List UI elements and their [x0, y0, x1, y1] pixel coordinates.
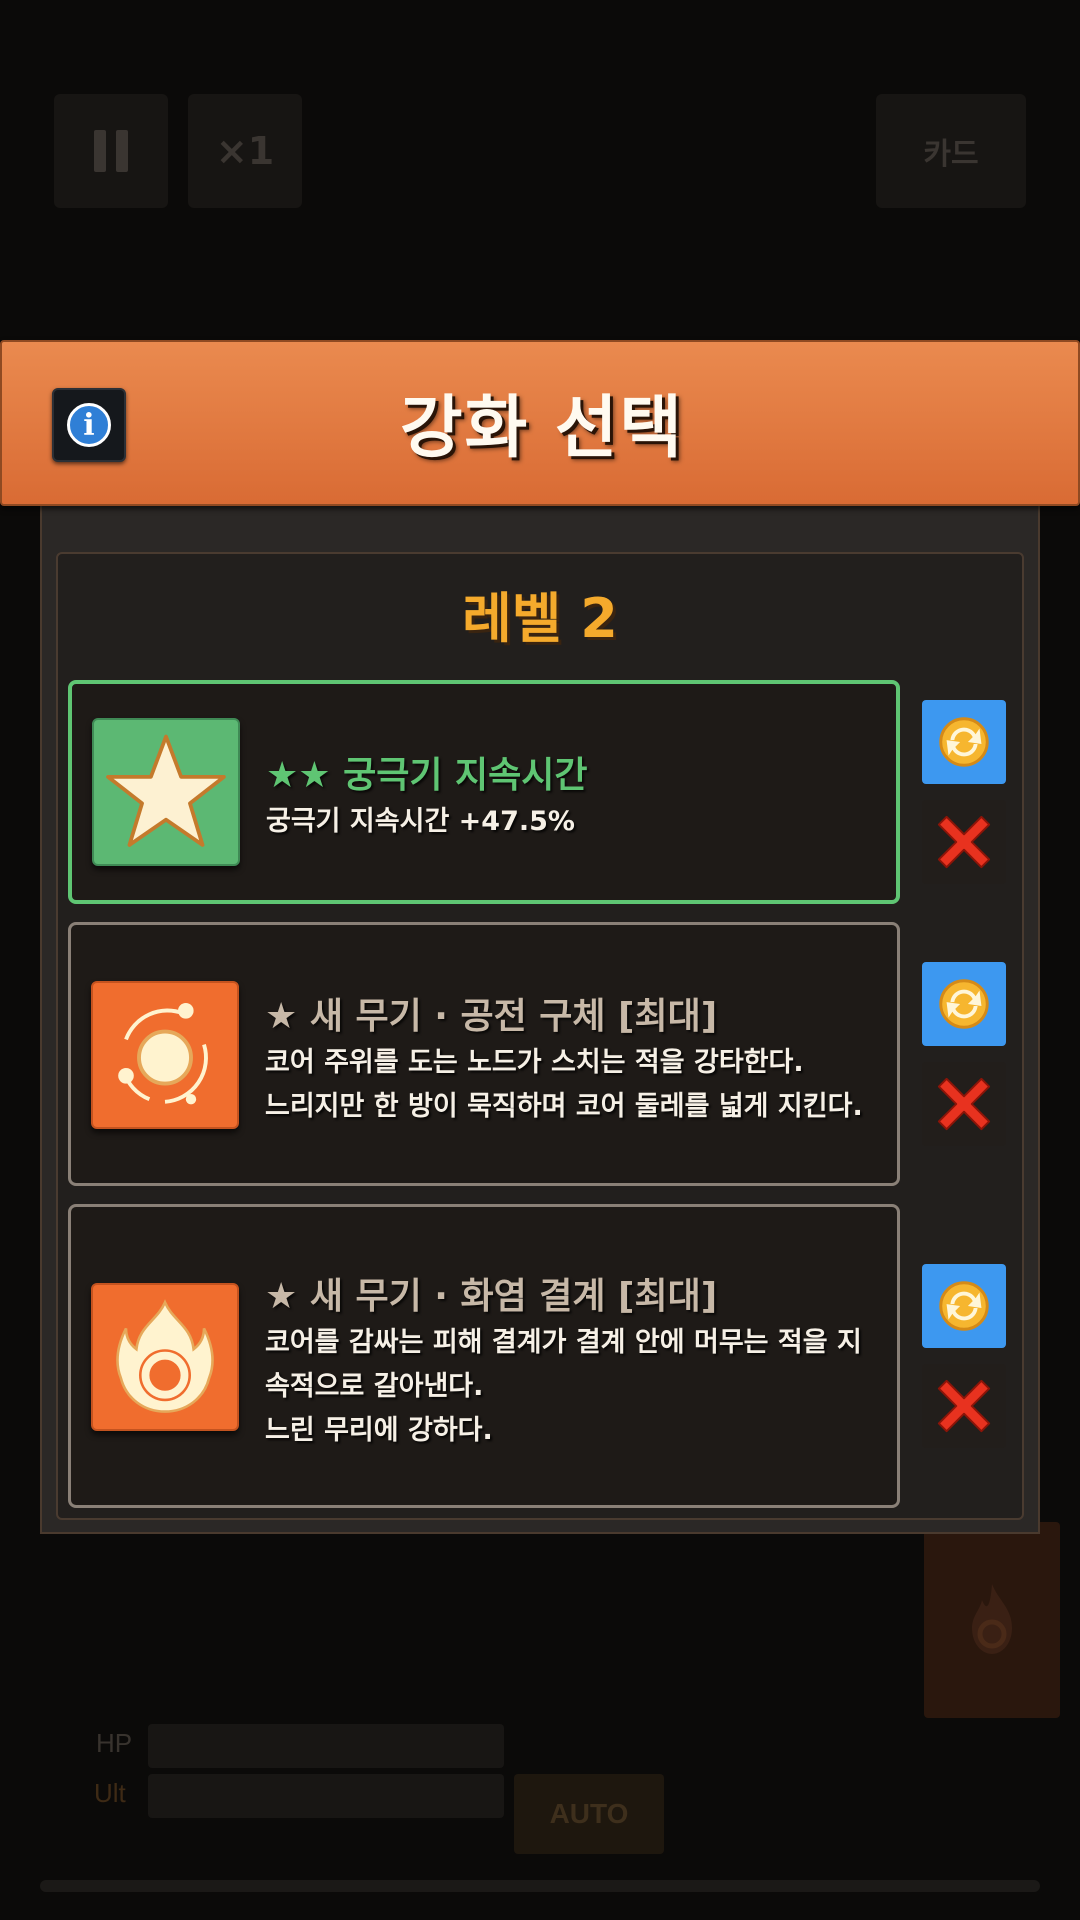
fire-skill-slot[interactable]	[924, 1522, 1060, 1718]
pause-icon	[94, 130, 128, 172]
modal-title: 강화 선택	[400, 389, 684, 468]
option-3-icon-box	[91, 1283, 239, 1431]
speed-button[interactable]: ×1	[188, 94, 302, 208]
option-1-name: 궁극기 지속시간	[343, 755, 588, 796]
bottom-scrollbar	[40, 1880, 1040, 1892]
option-1-title: ★★ 궁극기 지속시간	[266, 746, 587, 798]
option-2-stars: ★	[265, 996, 298, 1037]
flame-ring-icon	[116, 1299, 214, 1413]
refresh-icon	[939, 1281, 989, 1331]
reroll-button-2[interactable]	[922, 962, 1006, 1046]
ult-bar	[148, 1774, 504, 1818]
option-1-stars: ★★	[266, 755, 331, 796]
level-label: 레벨 2	[462, 587, 618, 650]
close-icon	[937, 1077, 991, 1131]
orbit-icon	[118, 1003, 208, 1105]
upgrade-option-1[interactable]: ★★ 궁극기 지속시간 궁극기 지속시간 +47.5%	[68, 680, 900, 904]
discard-button-2[interactable]	[922, 1062, 1006, 1146]
option-2-title: ★ 새 무기 · 공전 구체 [최대]	[265, 987, 717, 1039]
discard-button-1[interactable]	[922, 800, 1006, 884]
reroll-button-3[interactable]	[922, 1264, 1006, 1348]
option-2-name: 새 무기 · 공전 구체 [최대]	[309, 996, 718, 1037]
option-2-icon-box	[91, 981, 239, 1129]
star-icon	[106, 734, 226, 847]
option-3-title: ★ 새 무기 · 화염 결계 [최대]	[265, 1267, 717, 1319]
option-1-icon-box	[92, 718, 240, 866]
reroll-button-1[interactable]	[922, 700, 1006, 784]
hp-label: HP	[96, 1728, 133, 1758]
modal-header: i 강화 선택	[0, 340, 1080, 506]
flame-icon	[972, 1584, 1012, 1654]
auto-button[interactable]: AUTO	[514, 1774, 664, 1854]
hp-bar	[148, 1724, 504, 1768]
upgrade-option-3[interactable]: ★ 새 무기 · 화염 결계 [최대] 코어를 감싸는 피해 결계가 결계 안에…	[68, 1204, 900, 1508]
auto-label: AUTO	[549, 1798, 629, 1829]
discard-button-3[interactable]	[922, 1364, 1006, 1448]
close-icon	[937, 815, 991, 869]
option-1-desc: 궁극기 지속시간 +47.5%	[266, 806, 575, 837]
refresh-icon	[939, 979, 989, 1029]
upgrade-option-2[interactable]: ★ 새 무기 · 공전 구체 [최대] 코어 주위를 도는 노드가 스치는 적을…	[68, 922, 900, 1186]
ult-label: Ult	[94, 1778, 126, 1808]
speed-label: ×1	[215, 129, 275, 173]
refresh-icon	[939, 717, 989, 767]
option-2-desc: 코어 주위를 도는 노드가 스치는 적을 강타한다. 느리지만 한 방이 묵직하…	[265, 1047, 863, 1122]
close-icon	[937, 1379, 991, 1433]
option-3-name: 새 무기 · 화염 결계 [최대]	[309, 1276, 718, 1317]
option-3-stars: ★	[265, 1276, 298, 1317]
pause-button[interactable]	[54, 94, 168, 208]
cards-button[interactable]: 카드	[876, 94, 1026, 208]
cards-label: 카드	[923, 137, 979, 172]
option-3-desc: 코어를 감싸는 피해 결계가 결계 안에 머무는 적을 지 속적으로 갈아낸다.…	[265, 1327, 862, 1446]
